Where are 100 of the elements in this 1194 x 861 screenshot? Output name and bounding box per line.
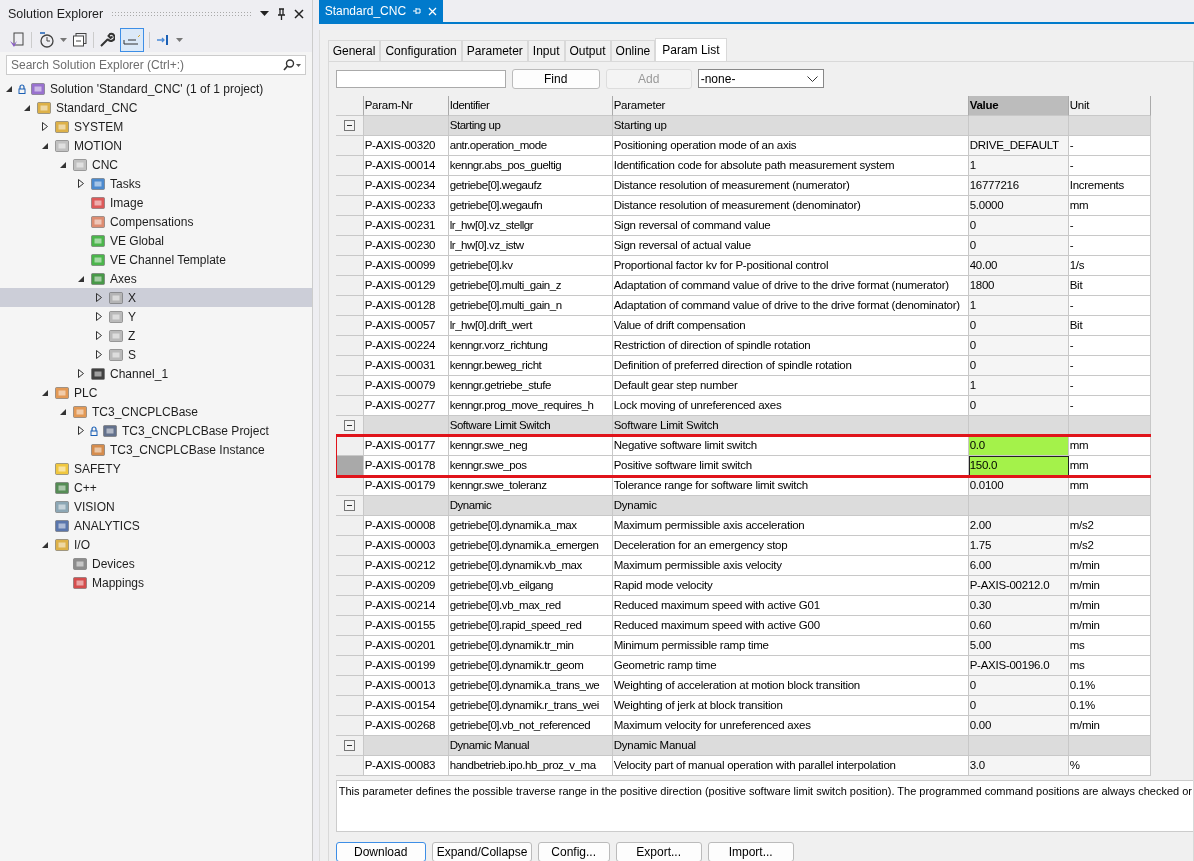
- expand-icon[interactable]: [95, 293, 103, 302]
- tree-item[interactable]: Axes: [0, 269, 312, 288]
- value-cell[interactable]: 1: [968, 156, 1069, 176]
- close-icon[interactable]: [293, 9, 304, 19]
- tree-item[interactable]: VE Global: [0, 231, 312, 250]
- collapse-icon[interactable]: [343, 420, 355, 431]
- find-button[interactable]: Find: [511, 68, 600, 89]
- row-header[interactable]: [335, 436, 364, 456]
- value-cell[interactable]: 0.30: [968, 596, 1069, 616]
- tree-item[interactable]: Image: [0, 193, 312, 212]
- column-header[interactable]: Param-Nr: [363, 96, 449, 116]
- tree-item[interactable]: Solution 'Standard_CNC' (1 of 1 project): [0, 79, 312, 98]
- tree-item[interactable]: MOTION: [0, 136, 312, 155]
- history-icon[interactable]: [37, 31, 55, 49]
- tree-item[interactable]: X: [0, 288, 312, 307]
- tree-item[interactable]: Channel_1: [0, 364, 312, 383]
- expand-icon[interactable]: [41, 122, 49, 131]
- expand-icon[interactable]: [77, 426, 85, 435]
- value-cell[interactable]: 0.00: [968, 716, 1069, 736]
- search-field[interactable]: Search Solution Explorer (Ctrl+:): [6, 55, 306, 75]
- row-header[interactable]: [335, 416, 364, 436]
- tree-item[interactable]: TC3_CNCPLCBase Instance: [0, 440, 312, 459]
- tab[interactable]: Param List: [655, 38, 727, 61]
- tab[interactable]: Online: [610, 40, 656, 61]
- find-field[interactable]: [335, 69, 506, 88]
- column-header[interactable]: Unit: [1068, 96, 1151, 116]
- preview-icon[interactable]: [120, 28, 144, 52]
- value-cell[interactable]: 16777216: [968, 176, 1069, 196]
- value-cell[interactable]: 0: [968, 236, 1069, 256]
- tree-item[interactable]: VE Channel Template: [0, 250, 312, 269]
- tree-item[interactable]: SAFETY: [0, 459, 312, 478]
- tree-item[interactable]: SYSTEM: [0, 117, 312, 136]
- column-header[interactable]: Parameter: [612, 96, 969, 116]
- filter-dropdown[interactable]: -none-: [697, 69, 824, 88]
- tree-item[interactable]: Tasks: [0, 174, 312, 193]
- value-cell[interactable]: 0: [968, 696, 1069, 716]
- tab[interactable]: General: [327, 40, 381, 61]
- wrench-icon[interactable]: [99, 32, 115, 48]
- value-cell[interactable]: 150.0: [968, 456, 1069, 476]
- caret-icon[interactable]: [60, 38, 67, 42]
- action-button[interactable]: Import...: [707, 842, 794, 861]
- tab[interactable]: Parameter: [461, 40, 528, 61]
- value-cell[interactable]: 2.00: [968, 516, 1069, 536]
- collapse-icon[interactable]: [23, 103, 31, 112]
- tree-item[interactable]: TC3_CNCPLCBase Project: [0, 421, 312, 440]
- value-cell[interactable]: 40.00: [968, 256, 1069, 276]
- value-cell[interactable]: DRIVE_DEFAULT: [968, 136, 1069, 156]
- action-button[interactable]: Config...: [537, 842, 610, 861]
- tree-item[interactable]: Devices: [0, 554, 312, 573]
- expand-icon[interactable]: [77, 369, 85, 378]
- caret-icon[interactable]: [176, 38, 183, 42]
- collapse-icon[interactable]: [59, 160, 67, 169]
- value-cell[interactable]: 0: [968, 396, 1069, 416]
- tree-item[interactable]: ANALYTICS: [0, 516, 312, 535]
- search-icon[interactable]: [282, 59, 301, 71]
- tree-item[interactable]: C++: [0, 478, 312, 497]
- row-header[interactable]: [335, 496, 364, 516]
- expand-icon[interactable]: [77, 179, 85, 188]
- tab[interactable]: Configuration: [380, 40, 462, 61]
- collapse-icon[interactable]: [59, 407, 67, 416]
- dropdown-icon[interactable]: [259, 11, 269, 17]
- collapse-icon[interactable]: [41, 540, 49, 549]
- collapse-icon[interactable]: [5, 84, 13, 93]
- arrow-bar-icon[interactable]: [155, 32, 171, 48]
- tab[interactable]: Input: [527, 40, 565, 61]
- tree-item[interactable]: Mappings: [0, 573, 312, 592]
- expand-icon[interactable]: [95, 331, 103, 340]
- action-button[interactable]: Download: [335, 842, 426, 861]
- collapse-icon[interactable]: [343, 740, 355, 751]
- collapse-icon[interactable]: [343, 120, 355, 131]
- value-cell[interactable]: 1.75: [968, 536, 1069, 556]
- tree-item[interactable]: PLC: [0, 383, 312, 402]
- expand-icon[interactable]: [95, 312, 103, 321]
- row-header[interactable]: [335, 476, 364, 496]
- collapse-icon[interactable]: [77, 274, 85, 283]
- column-header[interactable]: Identifier: [448, 96, 613, 116]
- value-cell[interactable]: 0: [968, 676, 1069, 696]
- value-cell[interactable]: 1: [968, 376, 1069, 396]
- tree-item[interactable]: Z: [0, 326, 312, 345]
- tree-item[interactable]: Y: [0, 307, 312, 326]
- value-cell[interactable]: 0.60: [968, 616, 1069, 636]
- pin-icon[interactable]: [276, 8, 286, 20]
- tree-item[interactable]: Standard_CNC: [0, 98, 312, 117]
- row-header[interactable]: [335, 116, 364, 136]
- column-header[interactable]: Value: [968, 96, 1069, 116]
- value-cell[interactable]: P-AXIS-00212.0: [968, 576, 1069, 596]
- value-cell[interactable]: 0: [968, 216, 1069, 236]
- collapse-all-icon[interactable]: [72, 32, 88, 48]
- tree-item[interactable]: CNC: [0, 155, 312, 174]
- tree-item[interactable]: VISION: [0, 497, 312, 516]
- value-cell[interactable]: 1800: [968, 276, 1069, 296]
- action-button[interactable]: Export...: [615, 842, 702, 861]
- value-cell[interactable]: 0.0: [968, 436, 1069, 456]
- value-cell[interactable]: 0: [968, 356, 1069, 376]
- tree-item[interactable]: TC3_CNCPLCBase: [0, 402, 312, 421]
- expand-icon[interactable]: [95, 350, 103, 359]
- collapse-icon[interactable]: [41, 388, 49, 397]
- row-header[interactable]: [335, 736, 364, 756]
- value-cell[interactable]: 5.00: [968, 636, 1069, 656]
- value-cell[interactable]: 6.00: [968, 556, 1069, 576]
